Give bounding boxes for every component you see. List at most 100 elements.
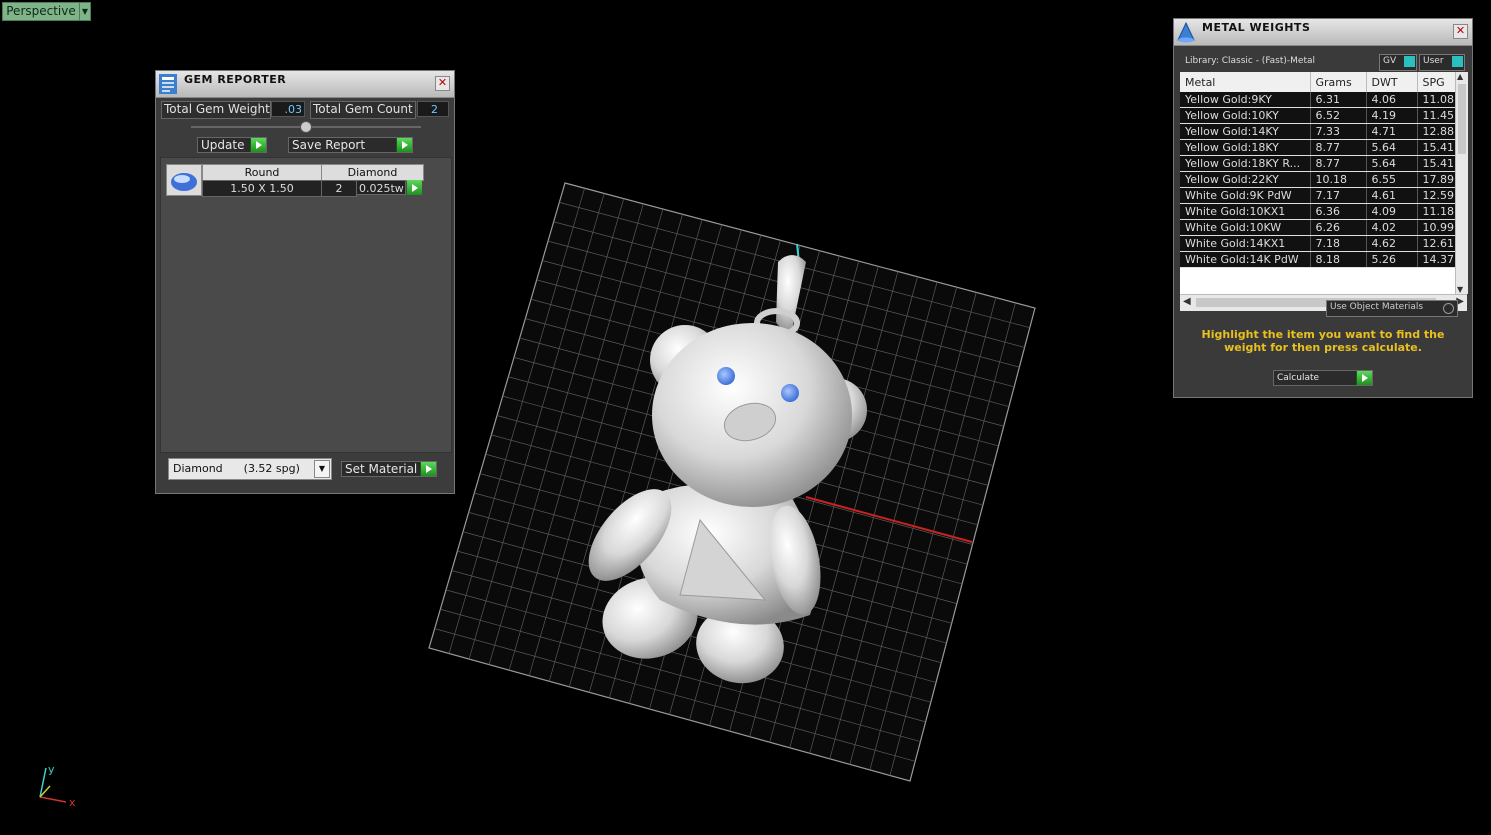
table-cell: 6.31 <box>1310 92 1367 108</box>
use-object-materials-toggle[interactable]: Use Object Materials <box>1326 300 1458 317</box>
play-icon <box>420 462 436 476</box>
table-cell: Yellow Gold:18KY <box>1180 139 1311 156</box>
calculate-button[interactable]: Calculate <box>1273 370 1373 386</box>
table-cell: 4.61 <box>1366 187 1418 204</box>
table-cell: 7.18 <box>1310 235 1367 252</box>
close-icon[interactable]: ✕ <box>1453 24 1468 39</box>
calculate-hint: Highlight the item you want to find the … <box>1201 328 1445 354</box>
metal-table: Metal Grams DWT SPG Yellow Gold:9KY 6.31 4… <box>1180 72 1455 268</box>
gem-reporter-titlebar[interactable]: GEM REPORTER ✕ <box>156 71 454 98</box>
table-cell: 5.64 <box>1366 139 1418 156</box>
table-cell: 7.33 <box>1310 123 1367 140</box>
table-row[interactable]: Yellow Gold:18KY R... 8.77 5.64 15.41 <box>1180 155 1455 172</box>
vertical-scrollbar[interactable]: ▲ ▼ <box>1455 72 1468 294</box>
table-row[interactable]: White Gold:9K PdW 7.17 4.61 12.59 <box>1180 187 1455 204</box>
metal-weights-title: METAL WEIGHTS <box>1202 21 1311 34</box>
column-header[interactable]: SPG <box>1417 72 1455 92</box>
scroll-up-icon[interactable]: ▲ <box>1457 72 1463 81</box>
table-row[interactable]: White Gold:14KX1 7.18 4.62 12.61 <box>1180 235 1455 252</box>
svg-text:x: x <box>69 796 76 809</box>
table-cell: 6.26 <box>1310 219 1367 236</box>
table-cell: 5.64 <box>1366 155 1418 172</box>
table-row[interactable]: Yellow Gold:10KY 6.52 4.19 11.45 <box>1180 107 1455 124</box>
column-header[interactable]: DWT <box>1366 72 1418 92</box>
total-gem-weight-label: Total Gem Weight <box>164 102 270 116</box>
table-cell: Yellow Gold:18KY R... <box>1180 155 1311 172</box>
table-cell: 11.08 <box>1417 92 1455 108</box>
gem-shape: Round <box>202 164 322 181</box>
table-cell: 14.37 <box>1417 251 1455 268</box>
table-cell: 12.61 <box>1417 235 1455 252</box>
table-cell: Yellow Gold:14KY <box>1180 123 1311 140</box>
table-row[interactable]: White Gold:10KX1 6.36 4.09 11.18 <box>1180 203 1455 220</box>
scroll-left-icon[interactable]: ◀ <box>1183 296 1191 307</box>
table-row[interactable]: Yellow Gold:14KY 7.33 4.71 12.88 <box>1180 123 1455 140</box>
scroll-down-icon[interactable]: ▼ <box>1457 285 1463 294</box>
column-header[interactable]: Grams <box>1310 72 1367 92</box>
play-icon <box>396 138 412 152</box>
table-cell: 6.52 <box>1310 107 1367 124</box>
table-row[interactable]: White Gold:14K PdW 8.18 5.26 14.37 <box>1180 251 1455 268</box>
table-cell: 8.77 <box>1310 139 1367 156</box>
table-cell: White Gold:14KX1 <box>1180 235 1311 252</box>
table-cell: White Gold:10KW <box>1180 219 1311 236</box>
save-report-button[interactable]: Save Report <box>288 137 413 153</box>
gem-reporter-panel: GEM REPORTER ✕ Total Gem Weight .03 Tota… <box>155 70 455 494</box>
chevron-down-icon[interactable]: ▼ <box>314 460 330 478</box>
table-cell: 15.41 <box>1417 155 1455 172</box>
table-cell: 7.17 <box>1310 187 1367 204</box>
table-row[interactable]: Yellow Gold:9KY 6.31 4.06 11.08 <box>1180 92 1455 108</box>
material-select[interactable]: Diamond (3.52 spg) ▼ <box>168 458 332 480</box>
total-gem-count-label: Total Gem Count <box>313 102 413 116</box>
table-cell: 4.19 <box>1366 107 1418 124</box>
gem-row-action-button[interactable] <box>407 180 422 195</box>
table-row[interactable]: Yellow Gold:18KY 8.77 5.64 15.41 <box>1180 139 1455 156</box>
table-cell: 5.26 <box>1366 251 1418 268</box>
table-cell: White Gold:14K PdW <box>1180 251 1311 268</box>
radio-icon <box>1443 303 1454 314</box>
table-row[interactable]: White Gold:10KW 6.26 4.02 10.99 <box>1180 219 1455 236</box>
table-cell: White Gold:9K PdW <box>1180 187 1311 204</box>
user-toggle[interactable]: User <box>1419 54 1465 71</box>
gem-list: Round Diamond 1.50 X 1.50 2 0.025tw <box>160 157 452 453</box>
close-icon[interactable]: ✕ <box>435 76 450 91</box>
toggle-indicator-icon <box>1452 56 1463 67</box>
round-gem-icon <box>166 164 202 196</box>
view-name-button[interactable]: Perspective <box>2 2 80 21</box>
gem-left-eye <box>717 367 735 385</box>
totals-row: Total Gem Weight .03 Total Gem Count 2 <box>161 101 449 119</box>
total-gem-count-value: 2 <box>417 101 449 117</box>
metal-weights-panel: METAL WEIGHTS ✕ Library: Classic - (Fast… <box>1173 18 1473 398</box>
table-cell: Yellow Gold:22KY <box>1180 171 1311 188</box>
play-icon <box>1356 371 1372 385</box>
table-cell: 10.18 <box>1310 171 1367 188</box>
column-header[interactable]: Metal <box>1180 72 1311 92</box>
gem-row[interactable]: Round Diamond 1.50 X 1.50 2 0.025tw <box>166 164 424 197</box>
table-cell: 8.18 <box>1310 251 1367 268</box>
metal-table-viewport[interactable]: Metal Grams DWT SPG Yellow Gold:9KY 6.31 4… <box>1180 72 1455 294</box>
table-cell: Yellow Gold:9KY <box>1180 92 1311 108</box>
table-cell: 4.09 <box>1366 203 1418 220</box>
table-cell: 12.88 <box>1417 123 1455 140</box>
table-cell: 4.02 <box>1366 219 1418 236</box>
table-cell: 4.62 <box>1366 235 1418 252</box>
table-cell: 17.89 <box>1417 171 1455 188</box>
gem-weight: 0.025tw <box>356 180 406 195</box>
gem-material: Diamond <box>321 164 424 181</box>
table-cell: 12.59 <box>1417 187 1455 204</box>
svg-text:y: y <box>48 763 55 776</box>
scroll-thumb[interactable] <box>1458 84 1466 154</box>
table-cell: 4.71 <box>1366 123 1418 140</box>
gv-toggle[interactable]: GV <box>1379 54 1417 71</box>
table-row[interactable]: Yellow Gold:22KY 10.18 6.55 17.89 <box>1180 171 1455 188</box>
metal-weights-titlebar[interactable]: METAL WEIGHTS ✕ <box>1174 19 1472 46</box>
view-dropdown-arrow[interactable]: ▼ <box>79 2 91 21</box>
update-button[interactable]: Update <box>197 137 267 153</box>
metal-weights-icon <box>1177 21 1195 43</box>
table-cell: 6.36 <box>1310 203 1367 220</box>
toggle-indicator-icon <box>1404 56 1415 67</box>
gem-reporter-title: GEM REPORTER <box>184 73 287 86</box>
play-icon <box>250 138 266 152</box>
report-slider-handle[interactable] <box>300 121 312 133</box>
set-material-button[interactable]: Set Material <box>341 461 437 477</box>
